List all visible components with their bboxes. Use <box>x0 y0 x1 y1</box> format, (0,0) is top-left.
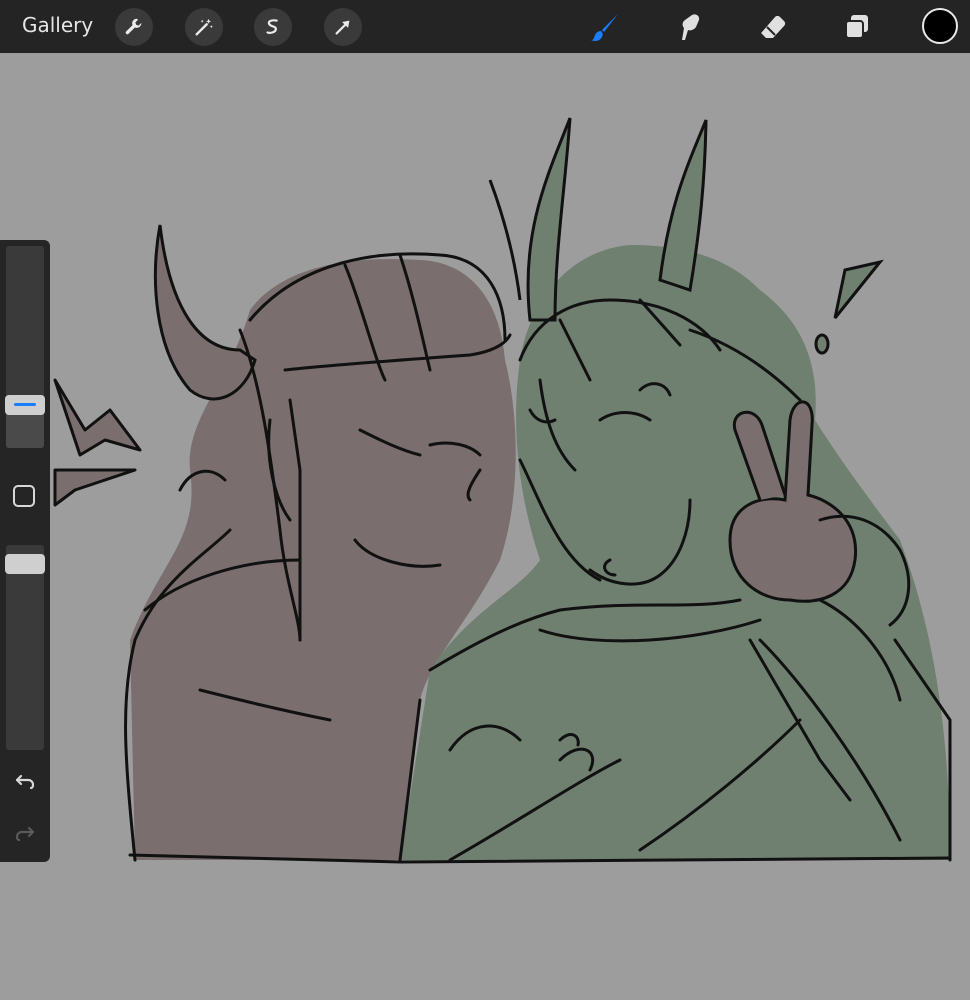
opacity-thumb[interactable] <box>5 554 45 575</box>
exclamation-mark <box>814 259 884 355</box>
modify-button[interactable] <box>13 485 35 507</box>
transform-arrow-icon[interactable] <box>324 8 362 46</box>
right-horn-back <box>488 179 522 301</box>
top-toolbar: Gallery <box>0 0 970 53</box>
left-horn <box>153 224 257 401</box>
zigzag-marks <box>53 378 142 507</box>
opacity-slider[interactable] <box>6 545 44 750</box>
wrench-icon[interactable] <box>115 8 153 46</box>
redo-icon[interactable] <box>10 817 40 847</box>
selection-icon[interactable] <box>254 8 292 46</box>
drawing-canvas[interactable] <box>50 53 970 1000</box>
color-swatch[interactable] <box>922 8 958 44</box>
brush-icon[interactable] <box>584 6 626 48</box>
smudge-icon[interactable] <box>668 6 710 48</box>
sidebar <box>0 240 50 862</box>
active-indicator <box>14 403 36 407</box>
eraser-icon[interactable] <box>752 6 794 48</box>
brush-size-slider[interactable] <box>6 246 44 448</box>
undo-icon[interactable] <box>10 765 40 795</box>
layers-icon[interactable] <box>836 6 878 48</box>
brush-size-thumb[interactable] <box>5 395 45 416</box>
gallery-button[interactable]: Gallery <box>22 13 93 37</box>
magic-wand-icon[interactable] <box>185 8 223 46</box>
